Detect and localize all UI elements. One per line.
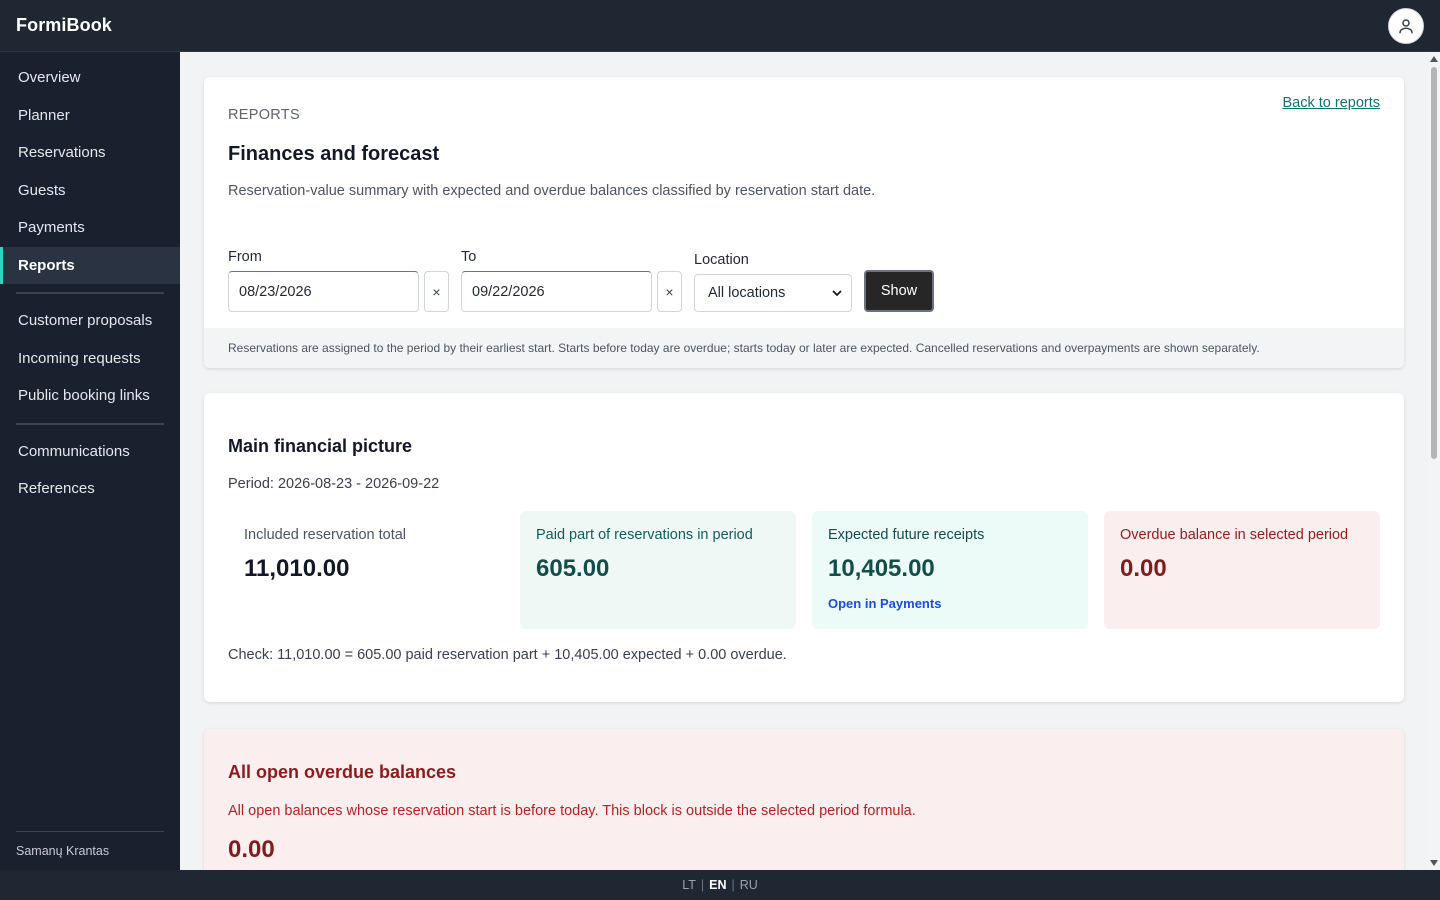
kpi-expected-receipts: Expected future receipts 10,405.00 Open …: [812, 511, 1088, 629]
overdue-total-value: 0.00: [228, 836, 275, 863]
section-title: Main financial picture: [228, 436, 413, 456]
scroll-up-arrow-icon[interactable]: [1430, 56, 1438, 62]
chevron-down-icon: [832, 290, 842, 296]
kpi-value: 0.00: [1120, 555, 1167, 582]
to-date-input[interactable]: [461, 271, 652, 312]
from-label: From: [228, 249, 262, 265]
kpi-label: Overdue balance in selected period: [1120, 527, 1349, 543]
sidebar-item-reports[interactable]: Reports: [0, 246, 180, 284]
sidebar-item-incoming-requests[interactable]: Incoming requests: [0, 340, 180, 378]
scrollbar-thumb[interactable]: [1431, 67, 1437, 459]
sidebar-item-overview[interactable]: Overview: [0, 59, 180, 97]
kpi-overdue-balance: Overdue balance in selected period 0.00: [1104, 511, 1380, 629]
section-title: All open overdue balances: [228, 762, 457, 782]
overdue-description: All open balances whose reservation star…: [228, 803, 916, 819]
user-icon: [1399, 18, 1413, 33]
clear-to-button[interactable]: ×: [657, 271, 682, 312]
sidebar-item-reservations[interactable]: Reservations: [0, 134, 180, 172]
close-icon: ×: [432, 283, 441, 300]
sidebar-divider: [16, 422, 164, 425]
kpi-paid-part: Paid part of reservations in period 605.…: [520, 511, 796, 629]
language-separator: |: [731, 878, 735, 892]
kpi-included-total: Included reservation total 11,010.00: [228, 511, 504, 629]
kpi-value: 11,010.00: [244, 555, 350, 582]
period-rules-note: Reservations are assigned to the period …: [204, 328, 1404, 368]
scroll-down-arrow-icon[interactable]: [1430, 860, 1438, 866]
back-to-reports-link[interactable]: Back to reports: [1282, 95, 1380, 111]
kpi-label: Paid part of reservations in period: [536, 527, 753, 543]
sidebar: Overview Planner Reservations Guests Pay…: [0, 52, 180, 870]
kpi-label: Included reservation total: [244, 527, 407, 543]
period-rules-text: Reservations are assigned to the period …: [228, 341, 1260, 355]
overdue-balances-card: All open overdue balances All open balan…: [204, 729, 1404, 870]
sidebar-item-customer-proposals[interactable]: Customer proposals: [0, 302, 180, 340]
breadcrumb: REPORTS: [228, 107, 300, 123]
show-button[interactable]: Show: [864, 270, 934, 312]
sidebar-item-references[interactable]: References: [0, 470, 180, 508]
main-financial-card: Main financial picture Period: 2026-08-2…: [204, 393, 1404, 702]
language-lt[interactable]: LT: [682, 878, 696, 892]
location-label: Location: [694, 252, 749, 268]
sidebar-item-planner[interactable]: Planner: [0, 97, 180, 135]
main-scrollbar[interactable]: [1428, 52, 1440, 870]
report-header-card: REPORTS Back to reports Finances and for…: [204, 77, 1404, 368]
sidebar-item-guests[interactable]: Guests: [0, 172, 180, 210]
location-select[interactable]: All locations: [694, 274, 852, 312]
kpi-value: 605.00: [536, 555, 610, 582]
language-bar: LT | EN | RU: [0, 870, 1440, 900]
page-title: Finances and forecast: [228, 143, 440, 165]
sidebar-footer-account: Samanų Krantas: [16, 831, 164, 858]
sidebar-item-payments[interactable]: Payments: [0, 209, 180, 247]
sidebar-item-communications[interactable]: Communications: [0, 433, 180, 471]
main-content: REPORTS Back to reports Finances and for…: [180, 52, 1428, 870]
kpi-label: Expected future receipts: [828, 527, 985, 543]
page-description: Reservation-value summary with expected …: [228, 183, 876, 199]
user-menu-button[interactable]: [1388, 7, 1424, 44]
close-icon: ×: [665, 283, 674, 300]
top-bar: FormiBook: [0, 0, 1440, 52]
language-separator: |: [700, 878, 705, 892]
open-in-payments-link[interactable]: Open in Payments: [828, 596, 1072, 611]
location-select-value: All locations: [708, 285, 786, 301]
kpi-value: 10,405.00: [828, 555, 935, 582]
clear-from-button[interactable]: ×: [424, 271, 449, 312]
period-text: Period: 2026-08-23 - 2026-09-22: [228, 476, 440, 492]
from-date-input[interactable]: [228, 271, 419, 312]
language-en[interactable]: EN: [709, 878, 726, 892]
app-title[interactable]: FormiBook: [16, 15, 112, 36]
language-ru[interactable]: RU: [740, 878, 758, 892]
check-formula: Check: 11,010.00 = 605.00 paid reservati…: [228, 647, 787, 663]
sidebar-divider: [16, 292, 164, 294]
sidebar-item-public-booking-links[interactable]: Public booking links: [0, 377, 180, 415]
to-label: To: [461, 249, 477, 265]
